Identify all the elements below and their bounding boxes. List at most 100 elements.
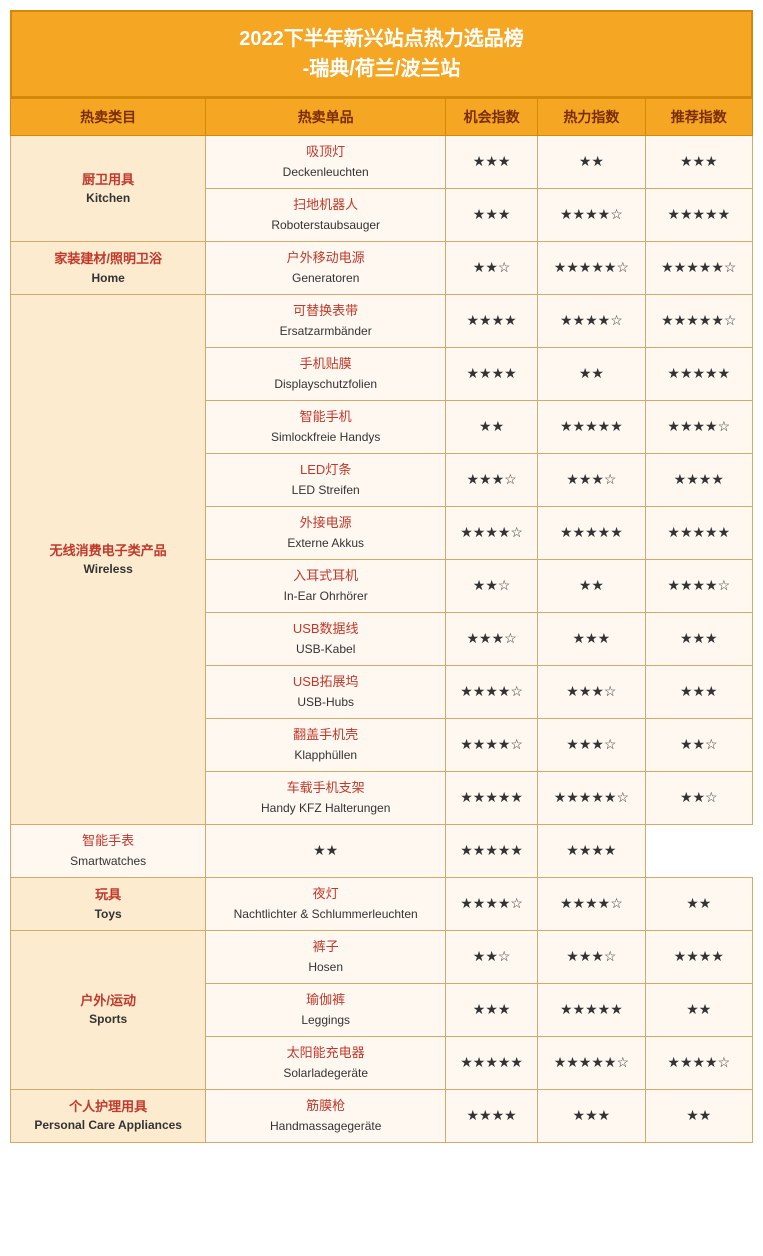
heat-stars: ★★★★★ [446,824,538,877]
recommend-stars: ★★★ [645,136,752,189]
product-cn: 扫地机器人 [212,195,439,216]
title-line1: 2022下半年新兴站点热力选品榜 [22,24,741,54]
recommend-stars: ★★★★★ [645,188,752,241]
product-de: Roboterstaubsauger [212,216,439,235]
category-cn: 个人护理用具 [17,1097,199,1117]
opportunity-stars: ★★★★★ [446,1036,538,1089]
recommend-stars: ★★ [645,983,752,1036]
product-de: USB-Kabel [212,640,439,659]
title-line2: -瑞典/荷兰/波兰站 [22,54,741,84]
opportunity-stars: ★★☆ [446,930,538,983]
opportunity-stars: ★★★ [446,983,538,1036]
page-wrapper: 2022下半年新兴站点热力选品榜 -瑞典/荷兰/波兰站 热卖类目 热卖单品 机会… [0,0,763,1153]
product-cn: 筋膜枪 [212,1096,439,1117]
header-opportunity: 机会指数 [446,99,538,136]
category-en: Kitchen [17,189,199,207]
opportunity-stars: ★★ [206,824,446,877]
product-cn: USB数据线 [212,619,439,640]
header-recommend: 推荐指数 [645,99,752,136]
category-en: Toys [17,905,199,923]
recommend-stars: ★★★★☆ [645,400,752,453]
heat-stars: ★★★ [538,1089,645,1142]
product-de: LED Streifen [212,481,439,500]
category-cell: 无线消费电子类产品Wireless [11,294,206,824]
opportunity-stars: ★★☆ [446,559,538,612]
product-cn: 智能手表 [17,831,199,852]
opportunity-stars: ★★★ [446,188,538,241]
product-cell: 智能手表Smartwatches [11,824,206,877]
header-product: 热卖单品 [206,99,446,136]
recommend-stars: ★★☆ [645,771,752,824]
product-de: Deckenleuchten [212,163,439,182]
product-cn: 翻盖手机壳 [212,725,439,746]
category-en: Personal Care Appliances [17,1116,199,1134]
recommend-stars: ★★★ [645,665,752,718]
heat-stars: ★★ [538,559,645,612]
product-de: Displayschutzfolien [212,375,439,394]
product-cn: USB拓展坞 [212,672,439,693]
heat-stars: ★★★★☆ [538,877,645,930]
product-de: Leggings [212,1011,439,1030]
opportunity-stars: ★★ [446,400,538,453]
product-cn: 太阳能充电器 [212,1043,439,1064]
opportunity-stars: ★★★☆ [446,612,538,665]
product-cell: 入耳式耳机In-Ear Ohrhörer [206,559,446,612]
opportunity-stars: ★★★★☆ [446,718,538,771]
product-de: Ersatzarmbänder [212,322,439,341]
product-cell: 手机贴膜Displayschutzfolien [206,347,446,400]
opportunity-stars: ★★★☆ [446,453,538,506]
product-de: Solarladegeräte [212,1064,439,1083]
opportunity-stars: ★★★★☆ [446,506,538,559]
product-cn: 户外移动电源 [212,248,439,269]
main-table: 热卖类目 热卖单品 机会指数 热力指数 推荐指数 厨卫用具Kitchen吸顶灯D… [10,98,753,1143]
heat-stars: ★★★ [538,612,645,665]
recommend-stars: ★★★★☆ [645,1036,752,1089]
product-cell: 外接电源Externe Akkus [206,506,446,559]
product-cell: 筋膜枪Handmassagegeräte [206,1089,446,1142]
title-box: 2022下半年新兴站点热力选品榜 -瑞典/荷兰/波兰站 [10,10,753,98]
category-en: Sports [17,1010,199,1028]
product-de: Generatoren [212,269,439,288]
product-cell: 翻盖手机壳Klapphüllen [206,718,446,771]
category-cn: 无线消费电子类产品 [17,541,199,561]
product-cn: 夜灯 [212,884,439,905]
heat-stars: ★★★☆ [538,718,645,771]
category-cell: 家装建材/照明卫浴Home [11,241,206,294]
heat-stars: ★★★★★ [538,983,645,1036]
product-cn: LED灯条 [212,460,439,481]
product-de: Klapphüllen [212,746,439,765]
product-cn: 瑜伽裤 [212,990,439,1011]
opportunity-stars: ★★★★ [446,1089,538,1142]
recommend-stars: ★★★★☆ [645,559,752,612]
recommend-stars: ★★★★★☆ [645,241,752,294]
heat-stars: ★★★★★☆ [538,241,645,294]
header-category: 热卖类目 [11,99,206,136]
heat-stars: ★★★★★ [538,506,645,559]
product-cn: 车载手机支架 [212,778,439,799]
recommend-stars: ★★★★★☆ [645,294,752,347]
opportunity-stars: ★★★★★ [446,771,538,824]
category-en: Home [17,269,199,287]
product-cn: 裤子 [212,937,439,958]
heat-stars: ★★★☆ [538,930,645,983]
product-de: Smartwatches [17,852,199,871]
opportunity-stars: ★★★ [446,136,538,189]
recommend-stars: ★★ [645,1089,752,1142]
category-cell: 玩具Toys [11,877,206,930]
recommend-stars: ★★☆ [645,718,752,771]
product-cn: 可替换表带 [212,301,439,322]
heat-stars: ★★★★☆ [538,294,645,347]
product-cn: 智能手机 [212,407,439,428]
recommend-stars: ★★★★ [538,824,645,877]
opportunity-stars: ★★★★ [446,347,538,400]
recommend-stars: ★★ [645,877,752,930]
product-cell: 车载手机支架Handy KFZ Halterungen [206,771,446,824]
category-cell: 厨卫用具Kitchen [11,136,206,242]
product-de: Hosen [212,958,439,977]
product-cell: 户外移动电源Generatoren [206,241,446,294]
heat-stars: ★★★☆ [538,665,645,718]
product-de: Nachtlichter & Schlummerleuchten [212,905,439,924]
opportunity-stars: ★★★★☆ [446,877,538,930]
product-cell: 扫地机器人Roboterstaubsauger [206,188,446,241]
product-cell: 可替换表带Ersatzarmbänder [206,294,446,347]
